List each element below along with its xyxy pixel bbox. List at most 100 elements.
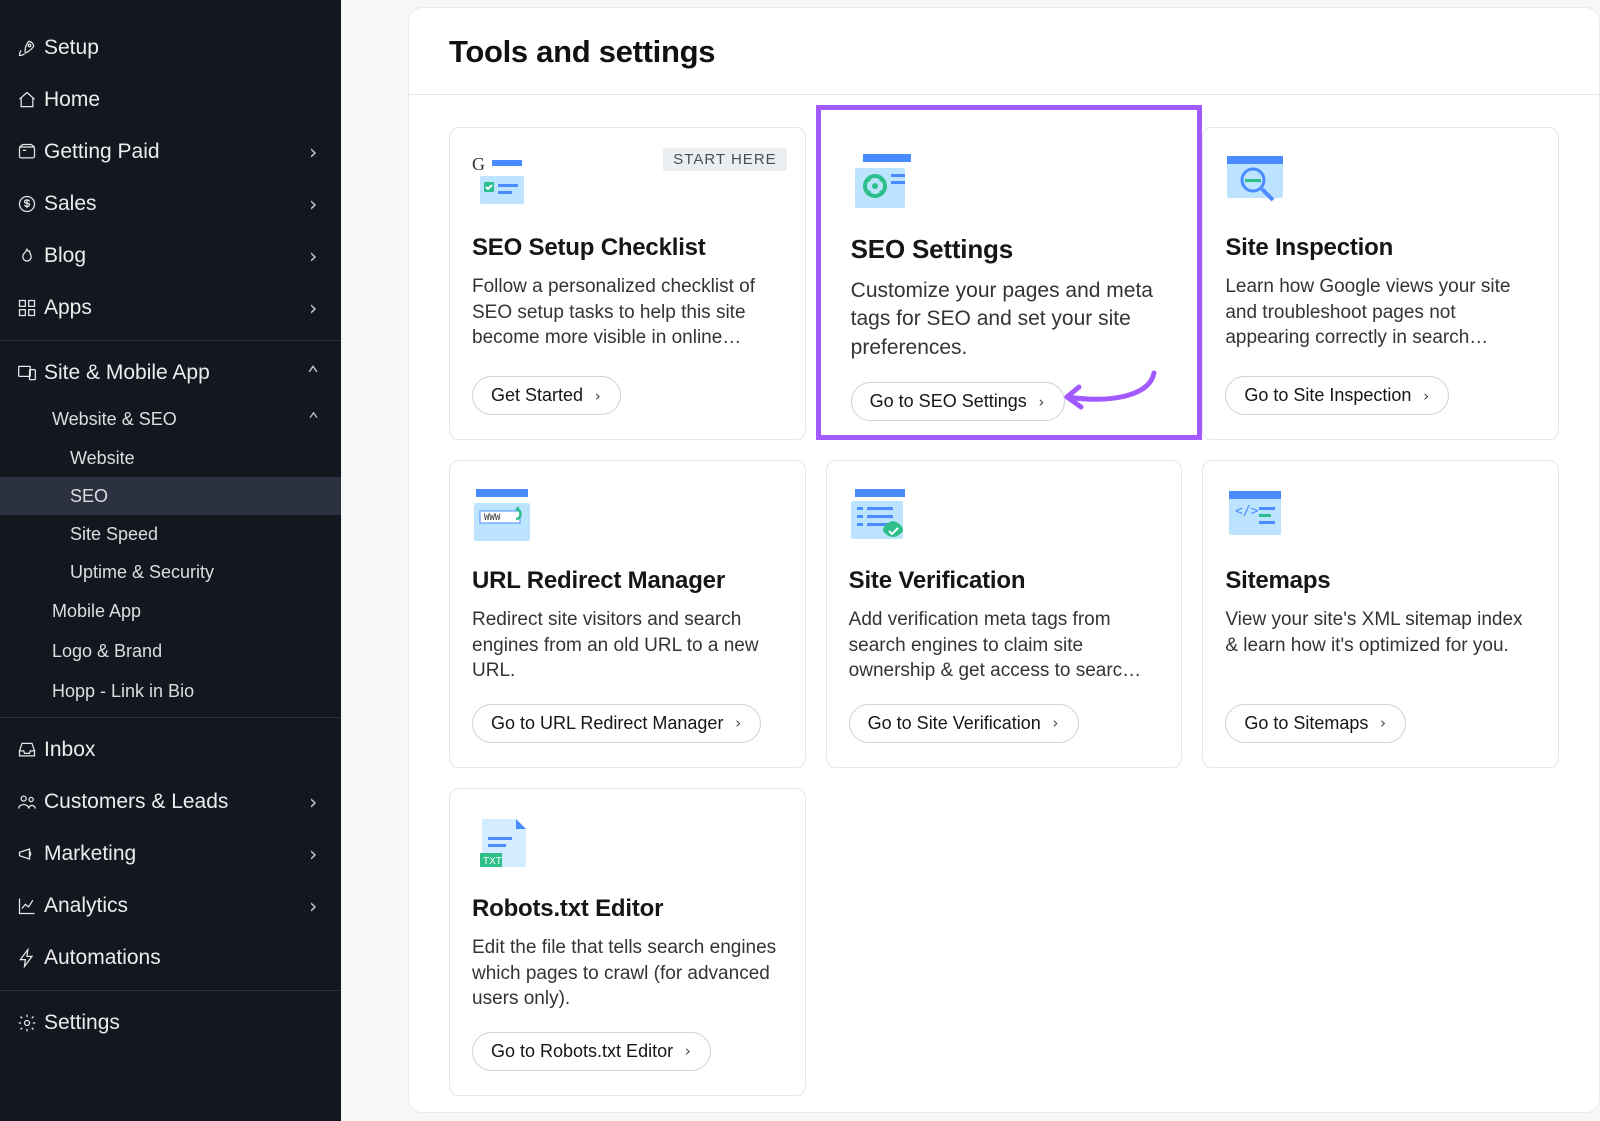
sidebar-subsubitem-label: Uptime & Security [70, 562, 214, 583]
card-action-site-inspection[interactable]: Go to Site Inspection› [1225, 376, 1449, 415]
card-title: Sitemaps [1225, 567, 1536, 595]
sidebar-item-marketing[interactable]: Marketing › [0, 828, 341, 880]
card-title: Site Verification [849, 567, 1160, 595]
sidebar-item-getting-paid[interactable]: Getting Paid › [0, 126, 341, 178]
svg-text:</>: </> [1235, 504, 1259, 519]
tool-card-seo-setup-checklist: START HEREGSEO Setup ChecklistFollow a p… [449, 127, 806, 440]
flame-icon [10, 246, 44, 266]
apps-icon [10, 298, 44, 318]
sidebar-subitem-label: Mobile App [52, 601, 319, 622]
sidebar-subitem-logo-brand[interactable]: Logo & Brand [0, 631, 341, 671]
inbox-icon [10, 740, 44, 760]
sidebar-subsubitem-seo[interactable]: SEO [0, 477, 341, 515]
chevron-right-icon: › [683, 1042, 692, 1060]
chevron-right-icon: › [307, 842, 319, 866]
chevron-right-icon: › [1037, 393, 1046, 411]
tool-card-sitemaps: </>SitemapsView your site's XML sitemap … [1202, 460, 1559, 768]
chevron-right-icon: › [307, 140, 319, 164]
card-action-site-verification[interactable]: Go to Site Verification› [849, 704, 1079, 743]
sidebar-item-label: Sales [44, 192, 307, 216]
svg-text:WWW: WWW [484, 513, 501, 523]
sidebar-subsubitem-website[interactable]: Website [0, 439, 341, 477]
card-action-url-redirect-manager[interactable]: Go to URL Redirect Manager› [472, 704, 761, 743]
redirect-icon: WWW [472, 487, 536, 543]
tools-grid: START HEREGSEO Setup ChecklistFollow a p… [449, 127, 1559, 1096]
sidebar-item-automations[interactable]: Automations [0, 932, 341, 984]
chevron-right-icon: › [1378, 714, 1387, 732]
tool-card-seo-settings: SEO SettingsCustomize your pages and met… [816, 105, 1203, 440]
tool-card-url-redirect-manager: WWW URL Redirect Manager Redirect site vis… [449, 460, 806, 768]
sidebar-item-label: Analytics [44, 894, 307, 918]
sitemap-icon: </> [1225, 487, 1289, 543]
card-description: Add verification meta tags from search e… [849, 607, 1160, 684]
sidebar-item-blog[interactable]: Blog › [0, 230, 341, 282]
sidebar-subitem-mobile-app[interactable]: Mobile App [0, 591, 341, 631]
sidebar-subsubitem-uptime-security[interactable]: Uptime & Security [0, 553, 341, 591]
tool-card-site-verification: Site Verification Add verification meta t… [826, 460, 1183, 768]
svg-text:TXT: TXT [483, 856, 502, 867]
sidebar-subsubitem-label: Website [70, 448, 135, 469]
sidebar-item-label: Automations [44, 946, 319, 970]
sidebar-item-label: Site & Mobile App [44, 361, 307, 385]
sidebar-item-apps[interactable]: Apps › [0, 282, 341, 334]
svg-text:G: G [472, 154, 485, 174]
verify-icon [849, 487, 913, 543]
chevron-up-icon: ⌃ [307, 361, 319, 385]
tool-card-robots-txt-editor: TXTRobots.txt EditorEdit the file that t… [449, 788, 806, 1096]
chevron-right-icon: › [307, 244, 319, 268]
chevron-right-icon: › [1051, 714, 1060, 732]
sidebar-item-label: Settings [44, 1011, 319, 1035]
sidebar-item-site-mobile-app[interactable]: Site & Mobile App ⌃ [0, 347, 341, 399]
sidebar-subitem-website-seo[interactable]: Website & SEO ⌃ [0, 399, 341, 439]
sidebar-subitem-hopp[interactable]: Hopp - Link in Bio [0, 671, 341, 711]
sidebar-subsubitem-label: SEO [70, 486, 108, 507]
sidebar-subitem-label: Hopp - Link in Bio [52, 681, 319, 702]
card-title: Site Inspection [1225, 234, 1536, 262]
sidebar-subsubitem-site-speed[interactable]: Site Speed [0, 515, 341, 553]
magnify-icon [1225, 154, 1289, 210]
card-action-robots-txt-editor[interactable]: Go to Robots.txt Editor› [472, 1032, 711, 1071]
chart-icon [10, 896, 44, 916]
sidebar-item-label: Blog [44, 244, 307, 268]
sidebar-divider [0, 340, 341, 341]
chevron-right-icon: › [307, 790, 319, 814]
sidebar-item-analytics[interactable]: Analytics › [0, 880, 341, 932]
tool-card-site-inspection: Site InspectionLearn how Google views yo… [1202, 127, 1559, 440]
sidebar-subitem-label: Logo & Brand [52, 641, 319, 662]
people-icon [10, 792, 44, 812]
sidebar-item-settings[interactable]: Settings [0, 997, 341, 1049]
sidebar-item-setup[interactable]: Setup [0, 22, 341, 74]
card-title: URL Redirect Manager [472, 567, 783, 595]
sidebar-divider [0, 990, 341, 991]
chevron-right-icon: › [733, 714, 742, 732]
chevron-right-icon: › [307, 894, 319, 918]
sidebar: Setup Home Getting Paid › Sales › Blog ›… [0, 0, 341, 1121]
sidebar-item-home[interactable]: Home [0, 74, 341, 126]
checklist-icon: G [472, 154, 536, 210]
sidebar-item-sales[interactable]: Sales › [0, 178, 341, 230]
annotation-arrow-icon [1049, 367, 1159, 417]
gear-icon [10, 1013, 44, 1033]
sidebar-subitem-label: Website & SEO [52, 409, 308, 430]
bolt-icon [10, 948, 44, 968]
card-description: Redirect site visitors and search engine… [472, 607, 783, 684]
sidebar-item-customers-leads[interactable]: Customers & Leads › [0, 776, 341, 828]
sidebar-item-inbox[interactable]: Inbox [0, 724, 341, 776]
sidebar-item-label: Marketing [44, 842, 307, 866]
sidebar-item-label: Apps [44, 296, 307, 320]
megaphone-icon [10, 844, 44, 864]
start-here-badge: START HERE [663, 148, 786, 171]
card-title: Robots.txt Editor [472, 895, 783, 923]
card-action-seo-setup-checklist[interactable]: Get Started› [472, 376, 621, 415]
chevron-right-icon: › [307, 192, 319, 216]
card-action-seo-settings[interactable]: Go to SEO Settings› [851, 382, 1065, 421]
card-title: SEO Setup Checklist [472, 234, 783, 262]
sidebar-item-label: Inbox [44, 738, 319, 762]
chevron-right-icon: › [593, 387, 602, 405]
home-icon [10, 90, 44, 110]
card-title: SEO Settings [851, 234, 1158, 265]
card-action-sitemaps[interactable]: Go to Sitemaps› [1225, 704, 1406, 743]
main-content: Tools and settings START HEREGSEO Setup … [341, 0, 1600, 1121]
chevron-right-icon: › [1421, 387, 1430, 405]
title-divider [409, 94, 1599, 95]
